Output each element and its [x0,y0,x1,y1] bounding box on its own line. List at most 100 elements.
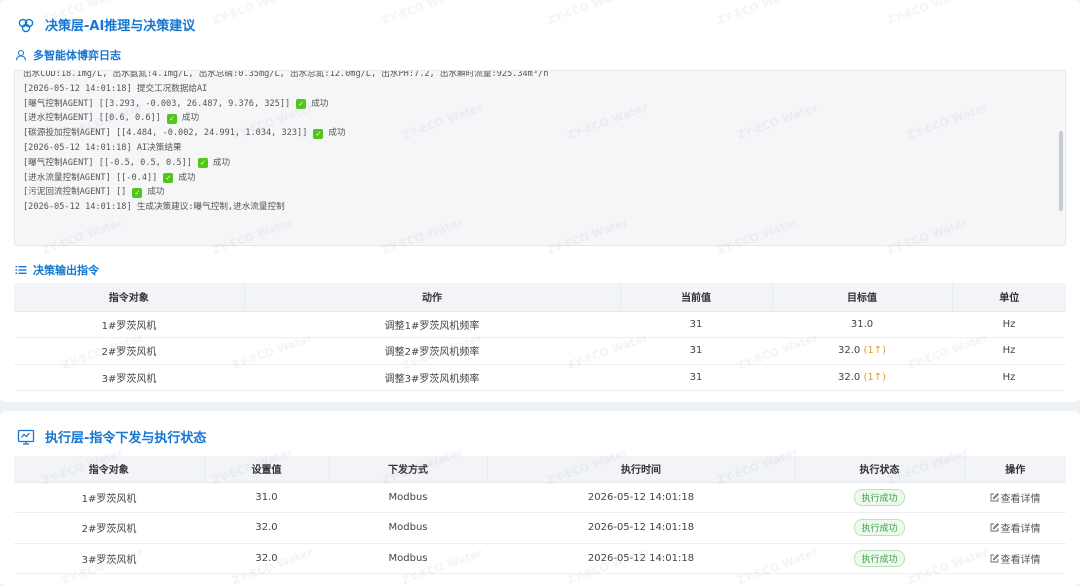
check-icon: ✓ [132,187,143,198]
log-line-text: [进水流量控制AGENT] [[-0.4]] [23,172,158,183]
log-subtitle: 多智能体博弈日志 [15,47,121,63]
status-badge: 执行成功 [854,488,905,506]
status-badge: 执行成功 [854,549,905,567]
cell-value: 32.0 [204,543,329,574]
log-line-text: [2026-05-12 14:01:18] 生成决策建议:曝气控制,进水流量控制 [23,202,285,213]
edit-icon [990,492,999,502]
decision-section-title: 决策层-AI推理与决策建议 [17,15,195,34]
agent-log-panel[interactable]: 出水COD:18.1mg/L, 出水氨氮:4.1mg/L, 出水总磷:0.35m… [14,70,1066,246]
log-status-text: 成功 [311,98,329,109]
cell-time: 2026-05-12 14:01:18 [487,512,795,544]
col-header-goal: 目标值 [772,283,953,312]
log-line-text: [污泥回流控制AGENT] [] [23,187,127,198]
cell-unit: Hz [952,364,1066,392]
cell-action: 调整2#罗茨风机频率 [244,337,620,365]
cell-goal: 32.0 (1↑) [772,364,952,392]
delta-value: (1↑) [863,345,886,357]
cell-target: 1#罗茨风机 [14,311,244,339]
cell-current: 31 [620,364,772,392]
log-line: [2026-05-12 14:01:18] AI决策结果 [23,141,1048,156]
view-detail-link[interactable]: 查看详情 [990,551,1041,566]
col-header-unit: 单位 [952,283,1066,312]
log-line-text: [进水控制AGENT] [[0.6, 0.6]] [23,113,161,124]
monitor-icon [17,428,35,446]
cell-value: 31.0 [204,482,329,513]
cell-operation: 查看详情 [964,512,1066,544]
cell-action: 调整1#罗茨风机频率 [244,311,620,339]
col-header-action: 动作 [244,283,621,312]
cell-method: Modbus [329,482,487,513]
cell-operation: 查看详情 [964,482,1066,513]
cell-status: 执行成功 [795,512,964,544]
cell-operation: 查看详情 [964,543,1066,574]
cell-time: 2026-05-12 14:01:18 [487,543,795,574]
table-row: 3#罗茨风机 32.0 Modbus 2026-05-12 14:01:18 执… [14,543,1066,574]
cell-unit: Hz [952,311,1066,339]
user-icon [15,49,27,61]
col-header-current: 当前值 [620,283,773,312]
decision-card: 决策层-AI推理与决策建议 多智能体博弈日志 出水COD:18.1mg/L, 出… [0,0,1080,402]
log-line-text: 出水COD:18.1mg/L, 出水氨氮:4.1mg/L, 出水总磷:0.35m… [23,70,549,79]
col-header-time: 执行时间 [487,456,796,483]
log-line-text: [2026-05-12 14:01:18] AI决策结果 [23,142,182,153]
col-header-method: 下发方式 [329,456,488,483]
cell-goal: 31.0 [772,311,952,339]
cell-action: 调整3#罗茨风机频率 [244,364,620,392]
log-status-text: 成功 [147,187,165,198]
cell-method: Modbus [329,512,487,544]
view-detail-link[interactable]: 查看详情 [990,490,1041,505]
cell-target: 3#罗茨风机 [14,364,244,392]
cell-time: 2026-05-12 14:01:18 [487,482,795,513]
cell-value: 32.0 [204,512,329,544]
cell-target: 2#罗茨风机 [14,512,204,544]
col-header-target: 指令对象 [14,456,205,483]
log-line: 出水COD:18.1mg/L, 出水氨氮:4.1mg/L, 出水总磷:0.35m… [23,70,1048,82]
log-line: [碳源投加控制AGENT] [[4.484, -0.002, 24.991, 1… [23,126,1048,141]
log-status-text: 成功 [181,113,200,124]
log-status-text: 成功 [328,128,346,139]
log-lines: 出水COD:18.1mg/L, 出水氨氮:4.1mg/L, 出水总磷:0.35m… [23,71,1048,215]
table-row: 2#罗茨风机 调整2#罗茨风机频率 31 32.0 (1↑) Hz [14,337,1066,365]
log-status-text: 成功 [178,172,196,183]
check-icon: ✓ [313,128,324,139]
log-line-text: [曝气控制AGENT] [[-0.5, 0.5, 0.5]] [23,157,192,168]
cell-status: 执行成功 [795,543,964,574]
cell-target: 2#罗茨风机 [14,337,244,365]
check-icon: ✓ [296,98,307,109]
execution-section-title: 执行层-指令下发与执行状态 [17,427,206,446]
cell-target: 1#罗茨风机 [14,482,204,513]
check-icon: ✓ [197,158,208,169]
check-icon: ✓ [166,113,177,124]
col-header-target: 指令对象 [14,283,245,312]
view-detail-link[interactable]: 查看详情 [990,520,1041,535]
table-row: 1#罗茨风机 31.0 Modbus 2026-05-12 14:01:18 执… [14,482,1066,513]
log-line: [2026-05-12 14:01:18] 提交工况数据给AI [23,82,1048,97]
log-line-text: [碳源投加控制AGENT] [[4.484, -0.002, 24.991, 1… [23,128,308,139]
list-icon [15,264,27,276]
log-line: [污泥回流控制AGENT] [] ✓ 成功 [23,185,1048,200]
log-line: [进水控制AGENT] [[0.6, 0.6]] ✓ 成功 [23,111,1048,126]
log-line-text: [2026-05-12 14:01:18] 提交工况数据给AI [23,83,208,94]
cell-goal: 32.0 (1↑) [772,337,952,365]
cell-unit: Hz [952,337,1066,365]
cell-current: 31 [620,337,772,365]
cell-status: 执行成功 [795,482,964,513]
log-status-text: 成功 [212,157,231,168]
check-icon: ✓ [163,172,174,183]
cell-target: 3#罗茨风机 [14,543,204,574]
log-line: [进水流量控制AGENT] [[-0.4]] ✓ 成功 [23,171,1048,186]
output-subtitle: 决策输出指令 [15,262,99,278]
status-badge: 执行成功 [854,519,905,537]
table-row: 3#罗茨风机 调整3#罗茨风机频率 31 32.0 (1↑) Hz [14,364,1066,392]
col-header-status: 执行状态 [795,456,965,483]
delta-value: (1↑) [863,371,886,383]
cell-method: Modbus [329,543,487,574]
col-header-value: 设置值 [204,456,330,483]
execution-status-table: 指令对象 设置值 下发方式 执行时间 执行状态 操作 1#罗茨风机 31.0 M… [14,456,1066,574]
col-header-operation: 操作 [964,456,1066,483]
log-scrollbar[interactable] [1059,131,1063,211]
output-command-table: 指令对象 动作 当前值 目标值 单位 1#罗茨风机 调整1#罗茨风机频率 31 … [14,283,1066,392]
brain-icon [17,16,35,34]
edit-icon [990,523,999,532]
log-line: [2026-05-12 14:01:18] 生成决策建议:曝气控制,进水流量控制 [23,200,1048,215]
